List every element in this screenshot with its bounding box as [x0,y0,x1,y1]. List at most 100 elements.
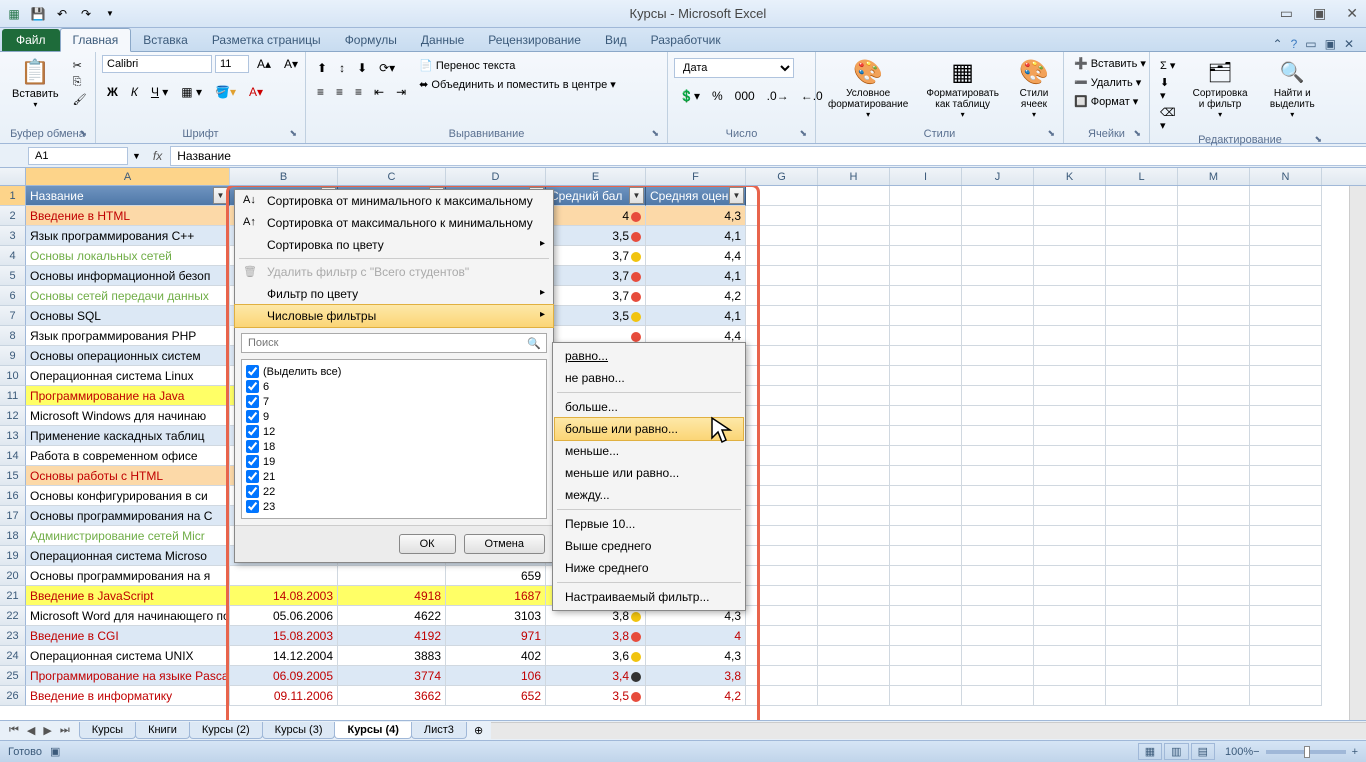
cell[interactable] [818,686,890,706]
cell[interactable] [1178,266,1250,286]
zoom-slider[interactable]: − + [1253,746,1358,758]
cell[interactable] [1250,486,1322,506]
grow-font-button[interactable]: A▴ [252,54,276,74]
cell[interactable] [962,486,1034,506]
cell[interactable] [1106,606,1178,626]
row-head[interactable]: 24 [0,646,26,666]
save-icon[interactable]: 💾 [28,4,48,24]
cell[interactable] [818,346,890,366]
sheet-tab[interactable]: Курсы (3) [262,722,336,739]
cell[interactable] [890,406,962,426]
sheet-tab[interactable]: Курсы (4) [334,722,411,739]
cell[interactable]: 4,1 [646,266,746,286]
font-name-select[interactable] [102,55,212,73]
cell[interactable] [1106,506,1178,526]
cell[interactable] [890,546,962,566]
cell[interactable] [1034,306,1106,326]
row-head[interactable]: 22 [0,606,26,626]
cell[interactable]: 4,2 [646,286,746,306]
cell[interactable]: Основы программирования на С [26,506,230,526]
cell[interactable] [818,266,890,286]
cell[interactable] [746,526,818,546]
row-head[interactable]: 26 [0,686,26,706]
cell[interactable] [1250,606,1322,626]
cell[interactable] [746,466,818,486]
cell[interactable] [1250,286,1322,306]
cell[interactable]: 05.06.2006 [230,606,338,626]
cell[interactable] [1250,426,1322,446]
cell[interactable] [1034,266,1106,286]
cell[interactable] [1034,446,1106,466]
cell[interactable] [1106,226,1178,246]
row-head[interactable]: 4 [0,246,26,266]
cell[interactable]: 06.09.2005 [230,666,338,686]
filter-cancel-button[interactable]: Отмена [464,534,545,554]
cell[interactable] [890,646,962,666]
cell[interactable] [962,346,1034,366]
cell[interactable]: Введение в HTML [26,206,230,226]
cell[interactable] [962,226,1034,246]
row-head[interactable]: 18 [0,526,26,546]
cell[interactable] [818,306,890,326]
table-header-cell[interactable]: Средний бал▼ [546,186,646,206]
cell[interactable]: Введение в CGI [26,626,230,646]
conditional-formatting-button[interactable]: 🎨 Условное форматирование▾ [822,54,914,121]
cell[interactable]: 3,5 [546,226,646,246]
cell[interactable] [746,346,818,366]
format-as-table-button[interactable]: ▦ Форматировать как таблицу▾ [918,54,1007,121]
table-header-cell[interactable]: Название▼ [26,186,230,206]
cell[interactable] [962,526,1034,546]
cell[interactable] [962,186,1034,206]
cell[interactable]: 4192 [338,626,446,646]
cell[interactable] [746,486,818,506]
cell[interactable] [746,326,818,346]
cell[interactable] [962,606,1034,626]
cell[interactable] [890,466,962,486]
col-head-J[interactable]: J [962,168,1034,185]
cell[interactable] [818,326,890,346]
paste-button[interactable]: 📋 Вставить ▾ [6,54,65,111]
col-head-H[interactable]: H [818,168,890,185]
cell[interactable] [818,646,890,666]
cell[interactable] [890,586,962,606]
cell[interactable] [1178,306,1250,326]
cell[interactable] [1178,226,1250,246]
wb-close-icon[interactable]: ✕ [1344,37,1354,51]
cell[interactable] [1034,506,1106,526]
cell[interactable] [1106,526,1178,546]
cell[interactable] [962,386,1034,406]
cell[interactable] [890,346,962,366]
cell[interactable] [1106,186,1178,206]
format-painter-button[interactable]: 🖌 [69,92,91,107]
filter-check-item[interactable]: 21 [246,469,542,484]
cell[interactable]: 15.08.2003 [230,626,338,646]
col-head-L[interactable]: L [1106,168,1178,185]
cell[interactable]: Основы конфигурирования в си [26,486,230,506]
qat-dropdown-icon[interactable]: ▼ [100,4,120,24]
row-head[interactable]: 6 [0,286,26,306]
help-icon[interactable]: ? [1291,37,1298,51]
cell[interactable] [1034,626,1106,646]
cell[interactable] [818,626,890,646]
cell[interactable] [1178,586,1250,606]
col-head-K[interactable]: K [1034,168,1106,185]
cell[interactable] [818,406,890,426]
cell[interactable] [1106,586,1178,606]
cell[interactable] [890,566,962,586]
cell[interactable]: 4918 [338,586,446,606]
delete-cells-button[interactable]: ➖ Удалить ▾ [1070,75,1145,90]
cell[interactable]: 4 [646,626,746,646]
align-right-button[interactable]: ≡ [350,82,367,102]
cell[interactable] [818,206,890,226]
cell[interactable] [746,226,818,246]
cell[interactable] [1178,366,1250,386]
cell[interactable]: 1687 [446,586,546,606]
cell[interactable] [746,626,818,646]
cell[interactable] [1250,546,1322,566]
cell[interactable] [1250,446,1322,466]
filter-dropdown-button[interactable]: ▼ [213,187,228,204]
cell[interactable]: Применение каскадных таблиц [26,426,230,446]
cell[interactable] [890,326,962,346]
sort-color-item[interactable]: Сортировка по цвету▸ [235,234,553,256]
cell[interactable] [1250,626,1322,646]
